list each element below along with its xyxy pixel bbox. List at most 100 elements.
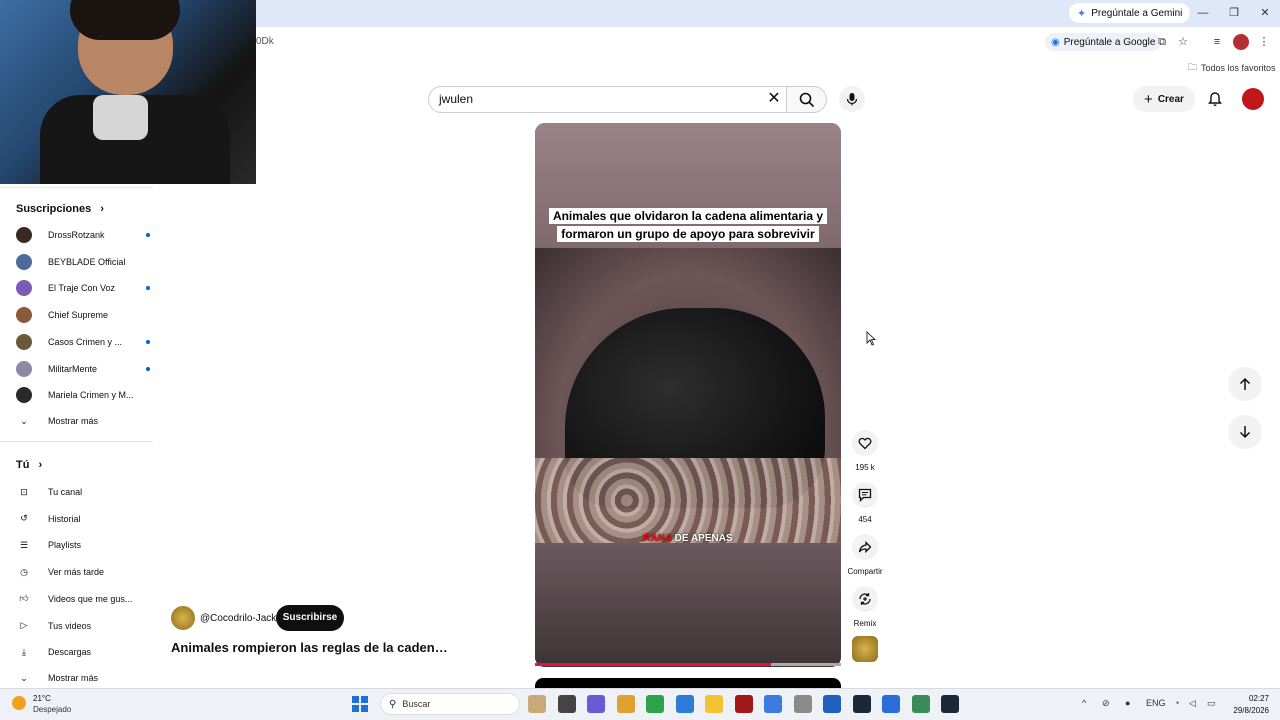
previous-short-button[interactable]: [1228, 367, 1262, 401]
subscription-label: El Traje Con Voz: [48, 283, 116, 294]
like-button[interactable]: [852, 430, 878, 456]
url-text[interactable]: 0Dk: [256, 36, 274, 47]
subscribe-button[interactable]: Suscribirse: [276, 605, 344, 631]
windows-start-icon[interactable]: [352, 696, 368, 712]
like-count: 195 k: [855, 463, 875, 472]
microphone-icon: [846, 93, 858, 106]
notifications-button[interactable]: [1205, 89, 1225, 109]
restore-icon[interactable]: ❐: [1225, 4, 1243, 22]
sparkle-icon: ✦: [1077, 7, 1087, 20]
subtitle-text: DE APENAS: [674, 533, 733, 544]
minimize-icon[interactable]: —: [1194, 4, 1212, 22]
wifi-icon[interactable]: ◔: [1174, 698, 1179, 708]
teams-icon[interactable]: [587, 695, 605, 713]
video-title[interactable]: Animales rompieron las reglas de la cade…: [171, 640, 451, 655]
xbox-icon[interactable]: [911, 695, 930, 713]
subscription-item[interactable]: Casos Crimen y ...: [16, 330, 153, 354]
show-more-subscriptions[interactable]: ⌄ Mostrar más: [16, 409, 153, 433]
you-item-label: Descargas: [48, 647, 92, 658]
share-button[interactable]: [852, 534, 878, 560]
channel-name[interactable]: @Cocodrilo-Jack: [200, 613, 276, 624]
channel-thumbnail[interactable]: [852, 636, 878, 662]
weather-moon-icon[interactable]: [12, 696, 26, 710]
weather-description[interactable]: Despejado: [33, 705, 71, 714]
channel-avatar: [16, 333, 32, 350]
user-avatar[interactable]: [1242, 88, 1264, 110]
subscription-item[interactable]: MilitarMente: [16, 357, 153, 381]
ask-gemini-button[interactable]: ✦ Pregúntale a Gemini: [1069, 3, 1191, 23]
install-app-icon[interactable]: ⧉: [1154, 34, 1170, 50]
next-short-button[interactable]: [1228, 415, 1262, 449]
network-off-icon[interactable]: ⊘: [1102, 698, 1110, 709]
search-button[interactable]: [787, 86, 827, 113]
chrome-icon[interactable]: [764, 695, 782, 713]
you-item[interactable]: ⤓ Descargas: [16, 640, 153, 664]
media-app-icon[interactable]: [734, 695, 753, 713]
subscriptions-header[interactable]: Suscripciones ›: [16, 203, 104, 215]
folder-icon[interactable]: [705, 695, 723, 713]
outlook-icon[interactable]: [675, 695, 694, 713]
subscription-item[interactable]: DrossRotzank: [16, 223, 153, 247]
sidebar-divider: [0, 441, 153, 442]
battery-icon[interactable]: ▭: [1207, 698, 1216, 709]
you-item[interactable]: ↺ Historial: [16, 507, 153, 531]
subscription-item[interactable]: Chief Supreme: [16, 303, 153, 327]
show-more-label: Mostrar más: [48, 673, 99, 683]
clock-time[interactable]: 02:27: [1219, 694, 1269, 703]
you-item[interactable]: ⊡ Tu canal: [16, 480, 153, 504]
copilot-icon[interactable]: [616, 695, 635, 713]
remix-icon: [859, 593, 871, 605]
language-indicator[interactable]: ENG: [1146, 698, 1166, 708]
ask-google-button[interactable]: ◉ Pregúntale a Google: [1045, 33, 1162, 51]
profile-avatar[interactable]: [1233, 34, 1249, 50]
remix-button[interactable]: [852, 586, 878, 612]
weather-temperature[interactable]: 21°C: [33, 694, 51, 703]
voice-search-button[interactable]: [839, 86, 865, 112]
you-item[interactable]: 👍︎ Videos que me gus...: [16, 587, 153, 611]
you-item-label: Tus videos: [48, 620, 92, 631]
clear-search-icon[interactable]: ✕: [766, 90, 782, 108]
sidebar-divider: [0, 187, 153, 188]
short-video-player[interactable]: Animales que olvidaron la cadena aliment…: [535, 123, 841, 667]
arrow-down-icon: [1239, 426, 1251, 439]
you-item[interactable]: ☰ Playlists: [16, 533, 153, 557]
bookmark-star-icon[interactable]: ☆: [1175, 34, 1191, 50]
channel-avatar: [16, 253, 32, 270]
notepad-icon[interactable]: [646, 695, 664, 713]
camera-icon[interactable]: [793, 695, 812, 713]
all-bookmarks-button[interactable]: 🗀 Todos los favoritos: [1188, 60, 1276, 76]
comments-button[interactable]: [852, 482, 878, 508]
subscription-item[interactable]: El Traje Con Voz: [16, 276, 153, 300]
microphone-icon[interactable]: ●: [1125, 698, 1130, 708]
widgets-icon[interactable]: [528, 695, 546, 713]
clock-date[interactable]: 29/8/2026: [1219, 706, 1269, 715]
word-icon[interactable]: [823, 695, 841, 713]
steam-icon[interactable]: [852, 695, 871, 713]
show-more-you[interactable]: ⌄ Mostrar más: [16, 666, 153, 690]
you-item[interactable]: ▷ Tus videos: [16, 614, 153, 638]
store-icon[interactable]: [882, 695, 900, 713]
channel-avatar[interactable]: [171, 606, 195, 630]
subscription-item[interactable]: Mariela Crimen y M...: [16, 383, 153, 407]
subscription-item[interactable]: BEYBLADE Official: [16, 250, 153, 274]
search-input[interactable]: jwulen: [428, 86, 787, 113]
windows-taskbar: [0, 688, 1280, 720]
you-item-label: Historial: [48, 513, 81, 524]
channel-avatar: [16, 307, 32, 324]
create-button[interactable]: + Crear: [1133, 86, 1195, 112]
show-hidden-icons[interactable]: ^: [1082, 698, 1086, 708]
you-item[interactable]: ◷ Ver más tarde: [16, 560, 153, 584]
all-bookmarks-label: Todos los favoritos: [1201, 63, 1276, 73]
show-more-label: Mostrar más: [48, 416, 99, 426]
steam-icon[interactable]: [941, 695, 959, 713]
file-explorer-icon[interactable]: [557, 695, 576, 713]
close-window-icon[interactable]: ✕: [1256, 4, 1274, 22]
media-control-icon[interactable]: ≡: [1209, 34, 1225, 50]
volume-icon[interactable]: ◁: [1189, 698, 1196, 709]
webcam-overlay: [0, 0, 256, 184]
video-progress-bar[interactable]: [535, 663, 841, 666]
new-content-dot: [146, 233, 150, 237]
taskbar-search[interactable]: ⚲ Buscar: [380, 693, 520, 715]
you-header[interactable]: Tú ›: [16, 459, 42, 471]
more-menu-icon[interactable]: ⋮: [1256, 34, 1272, 50]
